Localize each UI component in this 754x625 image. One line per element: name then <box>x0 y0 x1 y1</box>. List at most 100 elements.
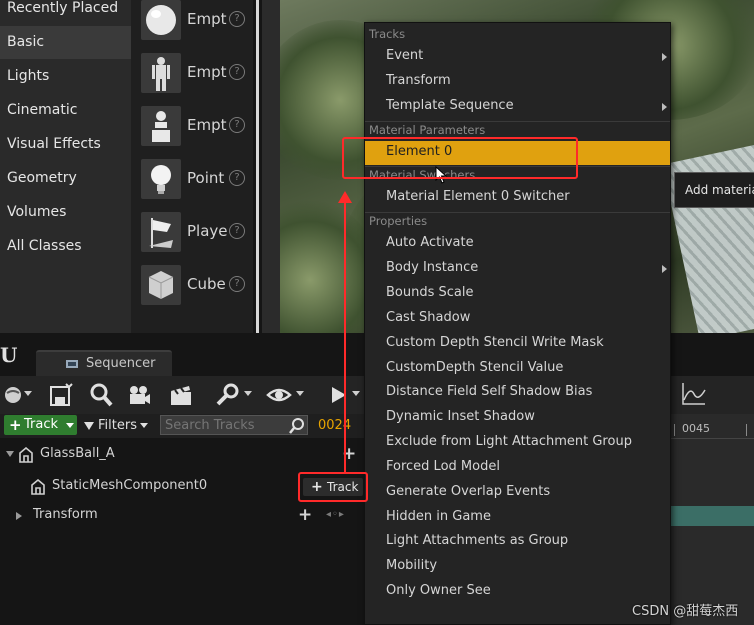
menu-item-label: Dynamic Inset Shadow <box>386 409 535 425</box>
menu-item[interactable]: Bounds Scale <box>365 282 670 306</box>
menu-item[interactable]: Event <box>365 45 670 69</box>
category-recently-placed[interactable]: Recently Placed <box>0 0 131 25</box>
actor-item[interactable]: Point? <box>139 158 253 202</box>
help-icon[interactable]: ? <box>229 223 245 239</box>
help-icon[interactable]: ? <box>229 170 245 186</box>
menu-item[interactable]: Auto Activate <box>365 232 670 256</box>
menu-item-label: Mobility <box>386 558 438 574</box>
view-options-eye-icon[interactable] <box>266 382 292 408</box>
search-icon <box>288 417 306 435</box>
actor-item-label: Empt <box>187 10 227 28</box>
actor-item[interactable]: Empt? <box>139 105 253 149</box>
category-cinematic[interactable]: Cinematic <box>0 94 131 127</box>
menu-item[interactable]: Forced Lod Model <box>365 456 670 480</box>
menu-item-label: Bounds Scale <box>386 284 474 300</box>
sequencer-tab-label: Sequencer <box>86 356 156 371</box>
menu-item-label: Exclude from Light Attachment Group <box>386 434 632 450</box>
cube-icon <box>141 265 181 305</box>
actor-list: Empt? Empt? Empt? Point? Playe? Cube? <box>131 0 253 333</box>
category-visual-effects[interactable]: Visual Effects <box>0 128 131 161</box>
actor-item-label: Playe <box>187 222 228 240</box>
menu-item-label: CustomDepth Stencil Value <box>386 359 564 375</box>
actor-item[interactable]: Empt? <box>139 52 253 96</box>
sequencer-tab[interactable]: Sequencer <box>36 350 172 376</box>
chevron-down-icon <box>66 423 74 428</box>
help-icon[interactable]: ? <box>229 64 245 80</box>
filters-button[interactable]: Filters <box>84 416 148 436</box>
curve-editor-icon[interactable] <box>680 380 708 408</box>
sequencer-timeline[interactable]: 0045 <box>670 414 754 625</box>
expand-arrow-icon[interactable] <box>16 512 22 520</box>
chevron-down-icon <box>139 423 148 428</box>
menu-item-label: Generate Overlap Events <box>386 483 551 499</box>
chevron-right-icon <box>662 102 667 111</box>
key-navigation-icons[interactable]: ◂◦▸ <box>326 509 345 520</box>
category-lights[interactable]: Lights <box>0 60 131 93</box>
category-basic[interactable]: Basic <box>0 26 131 59</box>
find-in-content-browser-icon[interactable] <box>88 382 114 408</box>
add-track-context-menu: Tracks Event Transform Template Sequence Mat… <box>364 22 671 625</box>
menu-item[interactable]: Hidden in Game <box>365 506 670 530</box>
track-section-bar[interactable] <box>670 506 754 526</box>
menu-item-label: Light Attachments as Group <box>386 533 569 549</box>
render-movie-icon[interactable] <box>168 382 194 408</box>
add-track-button[interactable]: + Track <box>4 415 77 435</box>
chevron-right-icon <box>662 265 667 274</box>
current-frame-number: 0024 <box>318 418 352 433</box>
menu-item-label: Transform <box>386 72 451 88</box>
actor-item-label: Point <box>187 169 225 187</box>
menu-item-label: Distance Field Self Shadow Bias <box>386 384 593 400</box>
camera-icon[interactable] <box>126 382 152 408</box>
menu-item[interactable]: Custom Depth Stencil Write Mask <box>365 332 670 356</box>
category-geometry[interactable]: Geometry <box>0 162 131 195</box>
tree-row-transform[interactable]: Transform + ◂◦▸ <box>0 501 365 531</box>
tooltip: Add material <box>674 172 754 208</box>
expand-arrow-icon[interactable] <box>6 451 14 457</box>
actor-item[interactable]: Empt? <box>139 0 253 43</box>
annotation-highlight-box-track <box>298 472 368 502</box>
menu-item[interactable]: Cast Shadow <box>365 307 670 331</box>
sequencer-tab-icon <box>66 360 78 368</box>
menu-item[interactable]: Dynamic Inset Shadow <box>365 406 670 430</box>
place-actors-panel: Recently Placed Basic Lights Cinematic Visua… <box>0 0 263 333</box>
lightbulb-icon <box>141 159 181 199</box>
actor-item[interactable]: Playe? <box>139 211 253 255</box>
menu-item[interactable]: Distance Field Self Shadow Bias <box>365 381 670 405</box>
chevron-right-icon <box>662 53 667 61</box>
menu-item[interactable]: Body Instance <box>365 257 670 281</box>
settings-wrench-icon[interactable] <box>214 382 240 408</box>
menu-item[interactable]: Only Owner See <box>365 580 670 604</box>
menu-item[interactable]: CustomDepth Stencil Value <box>365 357 670 381</box>
help-icon[interactable]: ? <box>229 11 245 27</box>
annotation-arrow-line <box>344 202 346 474</box>
timeline-ruler[interactable]: 0045 <box>670 422 754 439</box>
menu-item[interactable]: Generate Overlap Events <box>365 481 670 505</box>
category-all-classes[interactable]: All Classes <box>0 230 131 263</box>
actor-item-label: Empt <box>187 116 227 134</box>
timeline-frame-label: 0045 <box>682 422 710 435</box>
save-sequence-icon[interactable] <box>48 382 74 408</box>
category-volumes[interactable]: Volumes <box>0 196 131 229</box>
filter-icon <box>84 421 94 430</box>
tree-row-actor[interactable]: GlassBall_A + <box>0 440 365 470</box>
menu-item[interactable]: Template Sequence <box>365 95 670 119</box>
actor-item[interactable]: Cube? <box>139 264 253 308</box>
menu-item[interactable]: Transform <box>365 70 670 94</box>
annotation-arrow-head <box>338 191 352 203</box>
menu-item[interactable]: Material Element 0 Switcher <box>365 186 670 210</box>
menu-separator <box>365 120 670 122</box>
menu-item-label: Custom Depth Stencil Write Mask <box>386 334 604 350</box>
pawn-icon <box>141 106 181 146</box>
add-key-plus-icon[interactable]: + <box>298 505 312 525</box>
menu-item[interactable]: Exclude from Light Attachment Group <box>365 431 670 455</box>
search-tracks-input[interactable] <box>160 415 308 435</box>
viewport-edge <box>262 0 280 333</box>
help-icon[interactable]: ? <box>229 276 245 292</box>
help-icon[interactable]: ? <box>229 117 245 133</box>
menu-item[interactable]: Light Attachments as Group <box>365 530 670 554</box>
playback-icon[interactable] <box>326 382 352 408</box>
menu-item-label: Template Sequence <box>386 97 514 113</box>
unreal-logo-icon: U <box>0 343 18 367</box>
menu-item-label: Event <box>386 48 424 63</box>
menu-item[interactable]: Mobility <box>365 555 670 579</box>
